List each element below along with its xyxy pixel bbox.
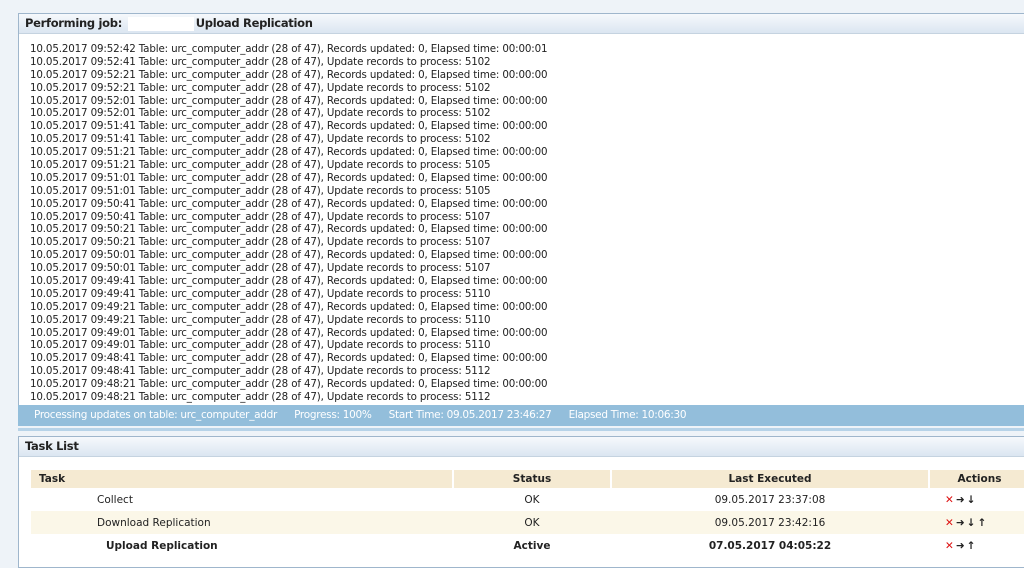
download-icon[interactable]: ↓ bbox=[967, 494, 978, 506]
log-line: 10.05.2017 09:52:01 Table: urc_computer_… bbox=[30, 107, 491, 120]
column-header-status[interactable]: Status bbox=[453, 470, 612, 488]
log-line: 10.05.2017 09:51:21 Table: urc_computer_… bbox=[30, 146, 548, 159]
progress-status-bar: Processing updates on table: urc_compute… bbox=[18, 405, 1024, 426]
task-last-executed: 07.05.2017 04:05:22 bbox=[708, 539, 832, 552]
log-line: 10.05.2017 09:48:21 Table: urc_computer_… bbox=[30, 391, 491, 404]
log-line: 10.05.2017 09:52:41 Table: urc_computer_… bbox=[30, 55, 491, 68]
task-name: Collect bbox=[97, 493, 133, 506]
job-log[interactable]: 10.05.2017 09:52:42 Table: urc_computer_… bbox=[19, 34, 1024, 404]
task-table: Task Status Last Executed Actions Collect OK… bbox=[31, 470, 1024, 557]
column-header-last-executed[interactable]: Last Executed bbox=[611, 470, 930, 488]
task-actions: ✕➜↑ bbox=[929, 534, 1024, 557]
redacted-area bbox=[127, 16, 194, 31]
log-line: 10.05.2017 09:51:41 Table: urc_computer_… bbox=[30, 133, 491, 146]
log-line: 10.05.2017 09:52:21 Table: urc_computer_… bbox=[30, 68, 548, 81]
log-line: 10.05.2017 09:49:01 Table: urc_computer_… bbox=[30, 339, 491, 352]
log-line: 10.05.2017 09:49:41 Table: urc_computer_… bbox=[30, 287, 491, 300]
task-name: Upload Replication bbox=[106, 539, 218, 552]
task-name: Download Replication bbox=[31, 511, 453, 534]
delete-icon[interactable]: ✕ bbox=[945, 540, 956, 552]
job-header: Performing job: Upload Replication bbox=[19, 14, 1024, 34]
run-icon[interactable]: ➜ bbox=[956, 540, 967, 552]
log-line: 10.05.2017 09:52:42 Table: urc_computer_… bbox=[30, 43, 548, 55]
task-actions: ✕➜↓↑ bbox=[929, 511, 1024, 534]
task-last-executed: 09.05.2017 23:42:16 bbox=[611, 511, 929, 534]
task-status: OK bbox=[524, 493, 540, 506]
log-line: 10.05.2017 09:51:01 Table: urc_computer_… bbox=[30, 184, 491, 197]
log-line: 10.05.2017 09:48:21 Table: urc_computer_… bbox=[30, 378, 548, 391]
log-line: 10.05.2017 09:49:21 Table: urc_computer_… bbox=[30, 300, 548, 313]
run-icon[interactable]: ➜ bbox=[956, 517, 967, 529]
log-line: 10.05.2017 09:50:21 Table: urc_computer_… bbox=[30, 236, 491, 249]
job-panel: Performing job: Upload Replication 10.05… bbox=[18, 13, 1024, 406]
task-list-panel: Task List Task Status Last Executed Actions… bbox=[18, 436, 1024, 568]
task-status: Active bbox=[513, 539, 551, 552]
log-line: 10.05.2017 09:49:01 Table: urc_computer_… bbox=[30, 326, 548, 339]
log-line: 10.05.2017 09:50:01 Table: urc_computer_… bbox=[30, 249, 548, 262]
divider bbox=[18, 428, 1024, 431]
log-line: 10.05.2017 09:48:41 Table: urc_computer_… bbox=[30, 365, 491, 378]
log-line: 10.05.2017 09:48:41 Table: urc_computer_… bbox=[30, 352, 548, 365]
log-line: 10.05.2017 09:51:21 Table: urc_computer_… bbox=[30, 159, 491, 172]
run-icon[interactable]: ➜ bbox=[956, 494, 967, 506]
task-list-header: Task List bbox=[19, 437, 1024, 457]
log-line: 10.05.2017 09:51:01 Table: urc_computer_… bbox=[30, 171, 548, 184]
log-line: 10.05.2017 09:50:41 Table: urc_computer_… bbox=[30, 197, 548, 210]
task-last-executed: 09.05.2017 23:37:08 bbox=[714, 493, 826, 506]
status-progress: Progress: 100% bbox=[294, 409, 372, 421]
column-header-task[interactable]: Task bbox=[31, 470, 454, 488]
task-row[interactable]: Collect OK 09.05.2017 23:37:08 ✕➜↓ bbox=[31, 488, 1024, 511]
job-title-prefix: Performing job: bbox=[25, 16, 122, 30]
delete-icon[interactable]: ✕ bbox=[945, 517, 956, 529]
column-header-actions[interactable]: Actions bbox=[929, 470, 1024, 488]
log-line: 10.05.2017 09:49:41 Table: urc_computer_… bbox=[30, 275, 548, 288]
status-elapsed-time: Elapsed Time: 10:06:30 bbox=[568, 409, 687, 421]
log-line: 10.05.2017 09:50:01 Table: urc_computer_… bbox=[30, 262, 491, 275]
delete-icon[interactable]: ✕ bbox=[945, 494, 956, 506]
status-table: Processing updates on table: urc_compute… bbox=[34, 409, 278, 421]
status-start-time: Start Time: 09.05.2017 23:46:27 bbox=[388, 409, 552, 421]
log-line: 10.05.2017 09:50:21 Table: urc_computer_… bbox=[30, 223, 548, 236]
task-row[interactable]: Upload Replication Active 07.05.2017 04:05… bbox=[31, 534, 1024, 557]
upload-icon[interactable]: ↑ bbox=[977, 517, 988, 529]
task-actions: ✕➜↓ bbox=[929, 488, 1024, 511]
log-line: 10.05.2017 09:52:21 Table: urc_computer_… bbox=[30, 81, 491, 94]
job-title-name: Upload Replication bbox=[195, 16, 313, 30]
log-line: 10.05.2017 09:52:01 Table: urc_computer_… bbox=[30, 94, 548, 107]
log-line: 10.05.2017 09:50:41 Table: urc_computer_… bbox=[30, 210, 491, 223]
upload-icon[interactable]: ↑ bbox=[967, 540, 978, 552]
task-status: OK bbox=[453, 511, 611, 534]
log-line: 10.05.2017 09:49:21 Table: urc_computer_… bbox=[30, 313, 491, 326]
log-line: 10.05.2017 09:51:41 Table: urc_computer_… bbox=[30, 120, 548, 133]
task-row[interactable]: Download Replication OK 09.05.2017 23:42:1… bbox=[31, 511, 1024, 534]
download-icon[interactable]: ↓ bbox=[967, 517, 978, 529]
